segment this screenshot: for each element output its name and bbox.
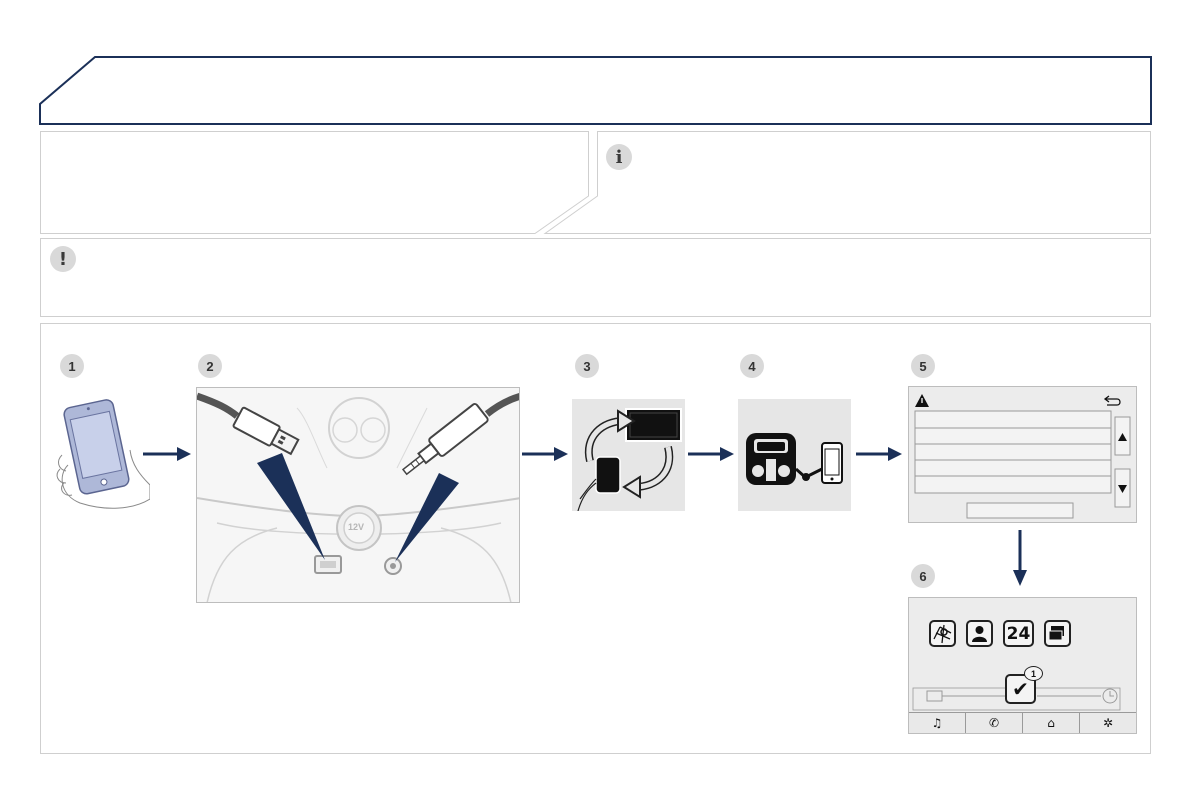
step-3-badge: 3 (575, 354, 599, 378)
device-list-screen (908, 386, 1137, 523)
settings-icon[interactable]: ✲ (1080, 713, 1136, 733)
step-1-badge: 1 (60, 354, 84, 378)
arrow-step4-to-5 (856, 447, 902, 461)
exclamation-icon: ! (50, 246, 76, 272)
music-icon[interactable]: ♫ (909, 713, 966, 733)
socket-12v-label: 12V (348, 522, 365, 532)
hand-holding-phone-illustration (56, 399, 150, 509)
warning-panel (40, 238, 1151, 317)
phone-icon[interactable]: ✆ (966, 713, 1023, 733)
arrow-step1-to-2 (143, 447, 191, 461)
info-icon: i (606, 144, 632, 170)
arrow-step2-to-3 (522, 447, 568, 461)
car-phone-connection-illustration (738, 399, 851, 511)
header-banner (39, 56, 1152, 125)
step-2-badge: 2 (198, 354, 222, 378)
step-5-badge: 5 (911, 354, 935, 378)
home-screen-tabbar: ♫ ✆ ⌂ ✲ (909, 712, 1136, 733)
usb-jack-ports-illustration: 12V (196, 387, 520, 603)
info-panel (543, 131, 1151, 234)
home-icon[interactable]: ⌂ (1023, 713, 1080, 733)
step-4-badge: 4 (740, 354, 764, 378)
arrow-step3-to-4 (688, 447, 734, 461)
notification-badge: 1 (1024, 666, 1043, 681)
screen-mirroring-illustration (572, 399, 685, 511)
arrow-step5-to-6 (1013, 530, 1027, 586)
step-6-badge: 6 (911, 564, 935, 588)
home-screen: 24 ✔ 1 ♫ ✆ ⌂ ✲ (908, 597, 1137, 734)
